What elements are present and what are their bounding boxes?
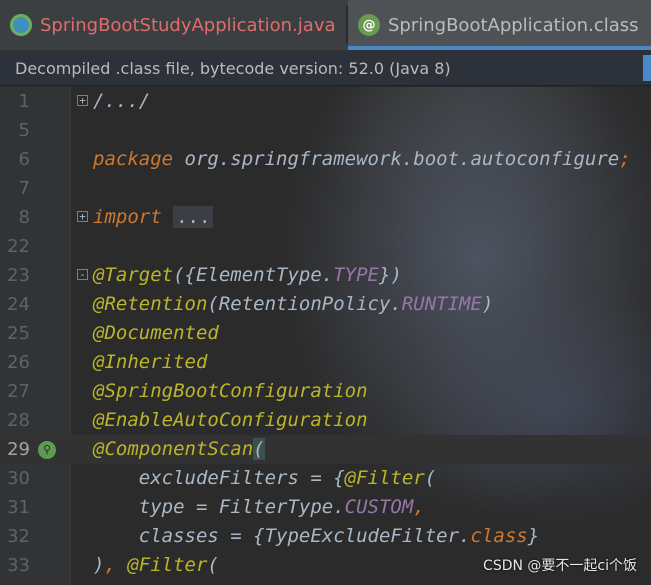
- code-token: @SpringBootConfiguration: [93, 380, 368, 402]
- line-number: 8: [18, 207, 30, 228]
- code-text: @Documented: [93, 319, 219, 348]
- code-token: (RetentionPolicy.: [207, 293, 402, 315]
- search-bean-icon[interactable]: ⚲: [38, 441, 56, 459]
- code-editor[interactable]: 1 + /.../ 5 6 package org.springframework.boo…: [0, 87, 651, 585]
- code-token: type = FilterType.: [93, 496, 345, 518]
- info-bar-accent: [643, 55, 651, 81]
- code-token: excludeFilters = {: [93, 467, 345, 489]
- code-text: @SpringBootConfiguration: [93, 377, 368, 406]
- code-token: ,: [104, 554, 128, 576]
- spring-boot-java-icon: [10, 14, 32, 36]
- code-token: @Filter: [344, 467, 425, 489]
- code-line[interactable]: 25 @Documented: [0, 319, 651, 348]
- code-line[interactable]: 24 @Retention(RetentionPolicy.RUNTIME): [0, 290, 651, 319]
- code-line[interactable]: 1 + /.../: [0, 87, 651, 116]
- code-line[interactable]: 31 type = FilterType.CUSTOM,: [0, 493, 651, 522]
- watermark: CSDN @要不一起ci个饭: [483, 558, 637, 574]
- code-token: org.springframework.boot.autoconfigure: [184, 148, 620, 170]
- code-token: ;: [619, 148, 631, 170]
- code-text: import ...: [93, 203, 214, 232]
- code-text: @Target({ElementType.TYPE}): [93, 261, 402, 290]
- line-number: 1: [18, 91, 30, 112]
- code-line[interactable]: 5: [0, 116, 651, 145]
- line-number: 23: [7, 265, 30, 286]
- code-line[interactable]: 32 classes = {TypeExcludeFilter.class}: [0, 522, 651, 551]
- code-text: type = FilterType.CUSTOM,: [93, 493, 425, 522]
- code-token: (: [207, 554, 219, 576]
- editor-tab-bar: SpringBootStudyApplication.java ✕ @ Spri…: [0, 0, 651, 51]
- code-line[interactable]: 23 - @Target({ElementType.TYPE}): [0, 261, 651, 290]
- line-number: 32: [7, 526, 30, 547]
- code-token: /.../: [93, 90, 151, 112]
- code-line[interactable]: 29 ⚲ @ComponentScan(: [0, 435, 651, 464]
- code-token: }): [379, 264, 402, 286]
- line-number: 25: [7, 323, 30, 344]
- code-token: classes = {TypeExcludeFilter.: [93, 525, 471, 547]
- code-line[interactable]: 22: [0, 232, 651, 261]
- code-line[interactable]: 6 package org.springframework.boot.autoco…: [0, 145, 651, 174]
- line-number: 27: [7, 381, 30, 402]
- code-token: import: [93, 206, 174, 228]
- line-number: 31: [7, 497, 30, 518]
- code-text: excludeFilters = {@Filter(: [93, 464, 436, 493]
- code-token: ,: [413, 496, 425, 518]
- code-line[interactable]: 28 @EnableAutoConfiguration: [0, 406, 651, 435]
- code-token: class: [470, 525, 528, 547]
- code-token: RUNTIME: [401, 293, 482, 315]
- code-token: ({ElementType.: [173, 264, 334, 286]
- code-token: TYPE: [333, 264, 379, 286]
- line-number: 28: [7, 410, 30, 431]
- code-line[interactable]: 30 excludeFilters = {@Filter(: [0, 464, 651, 493]
- tab-springbootapplication-class[interactable]: @ SpringBootApplication.class ✕: [348, 0, 651, 50]
- fold-collapse-icon[interactable]: -: [77, 269, 88, 280]
- line-number: 26: [7, 352, 30, 373]
- line-number: 33: [7, 555, 30, 576]
- decompiled-info-text: Decompiled .class file, bytecode version…: [15, 58, 451, 78]
- line-number: 22: [7, 236, 30, 257]
- code-text: @Retention(RetentionPolicy.RUNTIME): [93, 290, 493, 319]
- code-token[interactable]: ...: [173, 206, 214, 228]
- code-text: ), @Filter(: [93, 551, 219, 580]
- decompiled-info-bar: Decompiled .class file, bytecode version…: [0, 51, 651, 86]
- code-line[interactable]: 26 @Inherited: [0, 348, 651, 377]
- code-text: @ComponentScan(: [93, 435, 265, 464]
- code-line[interactable]: 8 + import ...: [0, 203, 651, 232]
- line-number: 30: [7, 468, 30, 489]
- code-text: /.../: [93, 87, 150, 116]
- tab-springbootstudyapplication-java[interactable]: SpringBootStudyApplication.java ✕: [0, 0, 346, 50]
- code-text: package org.springframework.boot.autocon…: [93, 145, 631, 174]
- code-token: CUSTOM: [344, 496, 414, 518]
- code-token: (: [424, 467, 437, 489]
- code-token: @Documented: [93, 322, 219, 344]
- line-number: 7: [18, 178, 30, 199]
- tab-label: SpringBootApplication.class: [388, 14, 639, 36]
- code-token: @Inherited: [93, 351, 208, 373]
- code-token: package: [93, 148, 185, 170]
- code-token: @ComponentScan: [93, 438, 254, 460]
- code-token: @Target: [93, 264, 174, 286]
- line-number: 29: [7, 439, 30, 460]
- code-token: @Filter: [127, 554, 208, 576]
- code-token: @EnableAutoConfiguration: [93, 409, 368, 431]
- code-token: (: [253, 438, 265, 460]
- code-token: ): [481, 293, 494, 315]
- code-line[interactable]: type = FilterType.CUSTOM: [0, 580, 651, 585]
- line-number: 6: [18, 149, 30, 170]
- code-token: ): [93, 554, 105, 576]
- fold-expand-icon[interactable]: +: [77, 95, 88, 106]
- code-text: @EnableAutoConfiguration: [93, 406, 368, 435]
- code-line[interactable]: 27 @SpringBootConfiguration: [0, 377, 651, 406]
- annotation-class-icon: @: [358, 14, 380, 36]
- tab-label: SpringBootStudyApplication.java: [40, 14, 336, 36]
- code-token: @Retention: [93, 293, 208, 315]
- code-token: }: [527, 525, 540, 547]
- fold-expand-icon[interactable]: +: [77, 211, 88, 222]
- code-text: classes = {TypeExcludeFilter.class}: [93, 522, 539, 551]
- line-number: 24: [7, 294, 30, 315]
- code-text: @Inherited: [93, 348, 207, 377]
- code-text: type = FilterType.CUSTOM: [93, 580, 414, 585]
- code-line[interactable]: 7: [0, 174, 651, 203]
- line-number: 5: [18, 120, 30, 141]
